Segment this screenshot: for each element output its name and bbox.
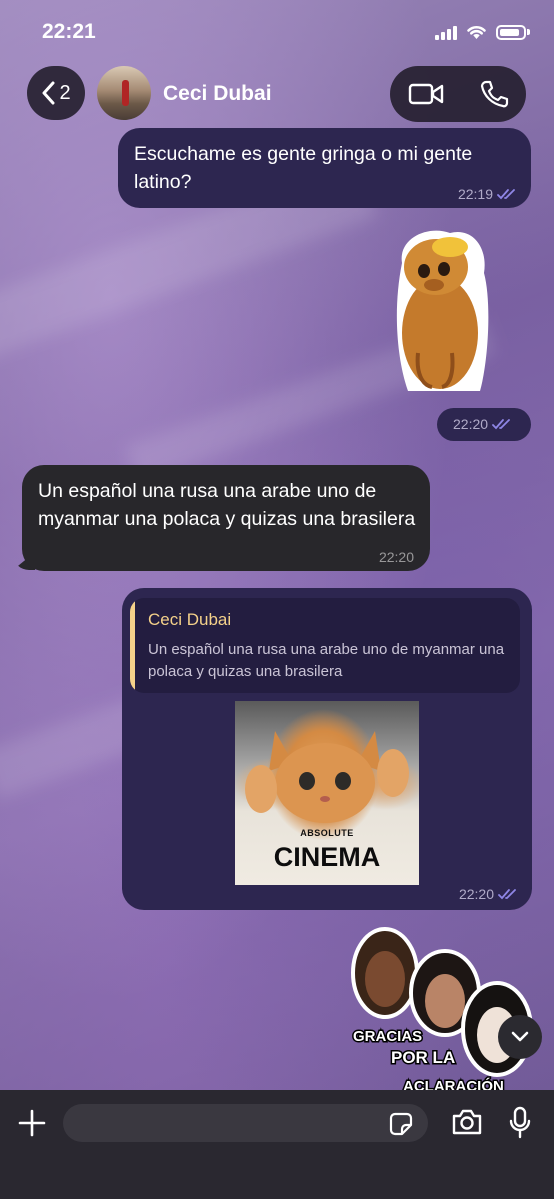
sticker-text-line2: POR LA	[391, 1048, 455, 1067]
status-icons	[435, 24, 530, 40]
call-actions	[390, 66, 526, 122]
outgoing-message[interactable]: Escuchame es gente gringa o mi gente lat…	[118, 128, 531, 208]
message-time: 22:19	[457, 186, 493, 202]
signal-icon	[435, 25, 457, 40]
chevron-left-icon	[42, 81, 55, 105]
message-input[interactable]	[63, 1104, 428, 1142]
sticker-text-line1: GRACIAS	[353, 1028, 422, 1045]
camera-icon[interactable]	[451, 1108, 483, 1136]
caption-small: ABSOLUTE	[300, 828, 354, 838]
double-check-icon	[497, 189, 515, 200]
wifi-icon	[467, 26, 486, 39]
gracias-sticker[interactable]: GRACIAS POR LA ACLARACIÓN	[345, 925, 535, 1093]
sticker-time-pill: 22:20	[437, 408, 531, 441]
sticker-icon[interactable]	[389, 1112, 413, 1136]
scroll-down-button[interactable]	[498, 1015, 542, 1059]
microphone-icon[interactable]	[508, 1106, 532, 1140]
double-check-icon	[498, 889, 516, 900]
plus-icon[interactable]	[17, 1108, 47, 1138]
phone-call-icon[interactable]	[479, 79, 509, 109]
reply-text: Un español una rusa una arabe uno de mya…	[148, 641, 505, 680]
contact-name[interactable]: Ceci Dubai	[163, 82, 272, 106]
outgoing-reply-message[interactable]: Ceci Dubai Un español una rusa una arabe…	[122, 588, 532, 910]
incoming-message[interactable]: Un español una rusa una arabe uno de mya…	[22, 465, 430, 571]
reply-author: Ceci Dubai	[148, 610, 232, 629]
unread-count: 2	[59, 81, 71, 104]
message-time: 22:20	[378, 549, 414, 565]
composer-bar	[0, 1090, 554, 1199]
quoted-reply[interactable]: Ceci Dubai Un español una rusa una arabe…	[130, 598, 520, 693]
message-meta: 22:19	[458, 186, 517, 202]
monkey-sticker[interactable]	[388, 223, 492, 399]
message-meta: 22:20	[459, 886, 518, 902]
back-button[interactable]: 2	[27, 66, 85, 120]
status-bar: 22:21	[0, 0, 554, 64]
caption-big: CINEMA	[273, 842, 381, 872]
message-text: Un español una rusa una arabe uno de mya…	[38, 480, 416, 530]
battery-icon	[496, 24, 526, 40]
double-check-icon	[492, 419, 510, 430]
message-meta: 22:20	[379, 549, 414, 565]
message-time: 22:20	[458, 886, 494, 902]
kitten-image[interactable]: ABSOLUTE CINEMA	[235, 701, 419, 885]
message-time: 22:20	[453, 416, 489, 432]
chevron-down-icon	[511, 1031, 529, 1042]
reply-accent-bar	[130, 598, 135, 693]
status-time: 22:21	[42, 20, 96, 43]
contact-avatar[interactable]	[97, 66, 151, 120]
chat-header: 2 Ceci Dubai	[0, 64, 554, 136]
video-call-icon[interactable]	[408, 82, 444, 106]
